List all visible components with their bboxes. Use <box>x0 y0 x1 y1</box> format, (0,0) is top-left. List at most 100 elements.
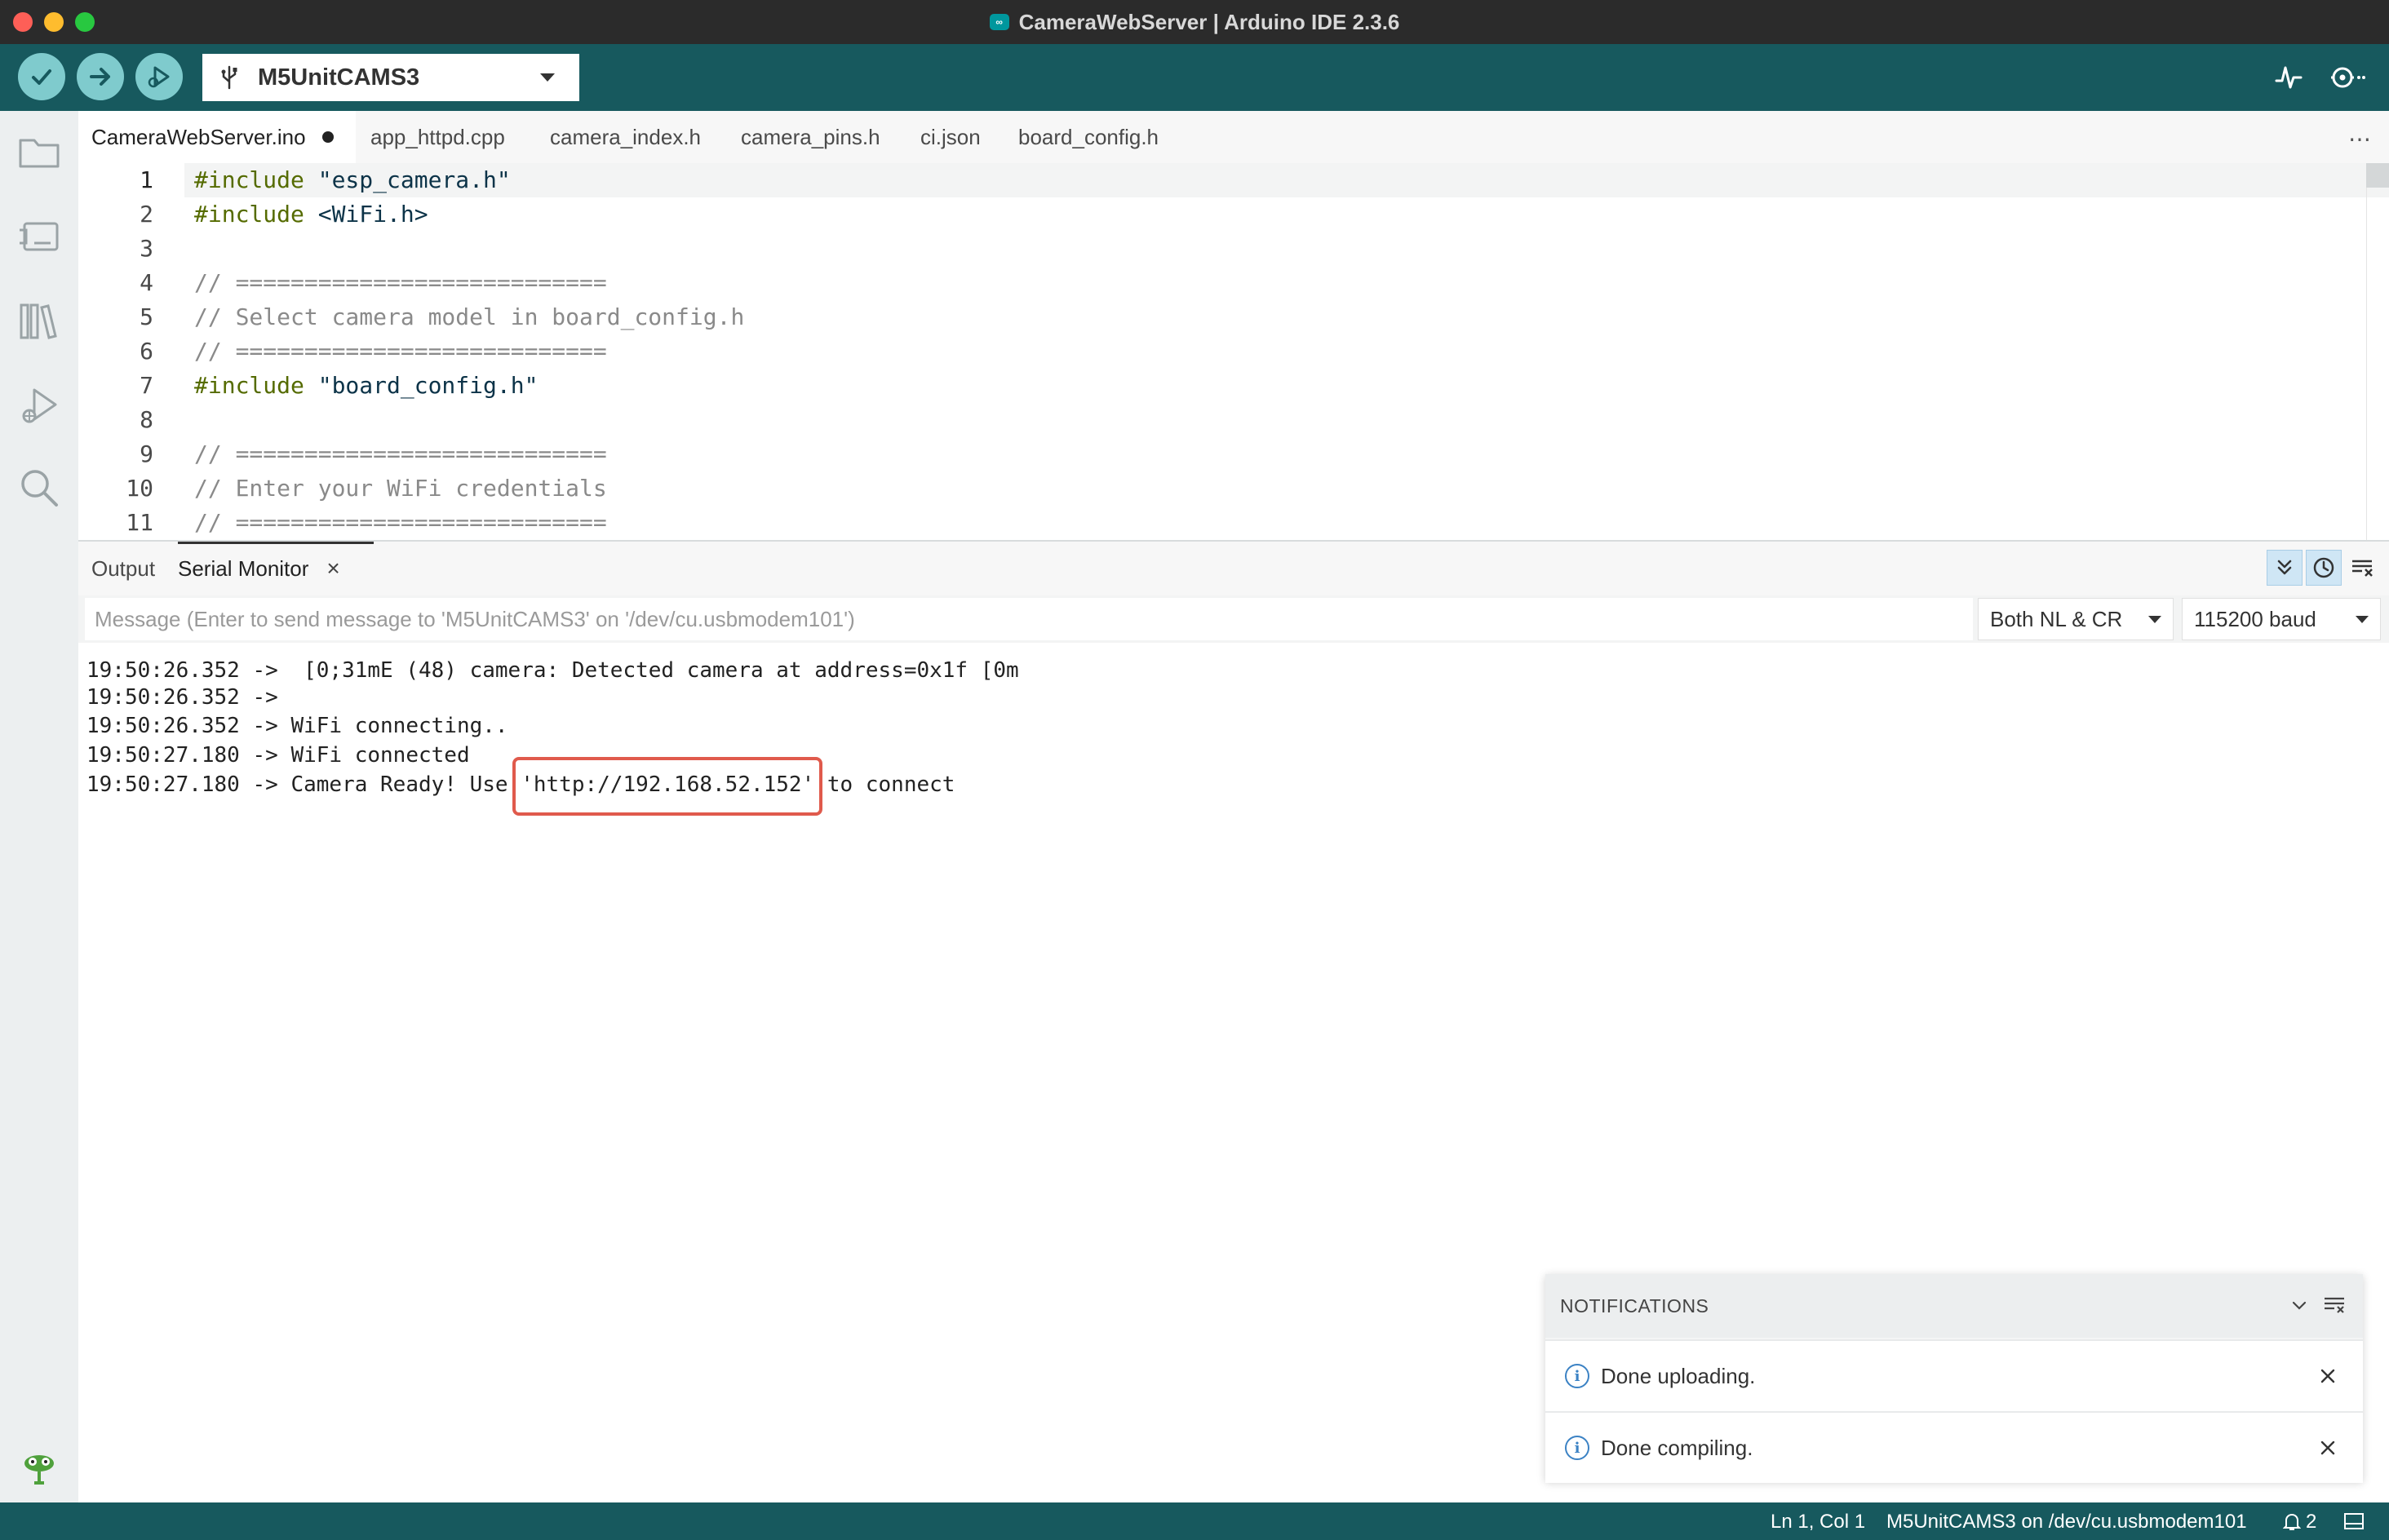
tab-app-httpd-cpp[interactable]: app_httpd.cpp <box>370 111 505 163</box>
line-number: 8 <box>140 406 153 433</box>
notification-text: Done compiling. <box>1601 1435 1753 1460</box>
search-button[interactable] <box>15 463 64 512</box>
editor-scrollbar[interactable] <box>2366 163 2389 540</box>
folder-icon <box>19 139 60 168</box>
line-number: 5 <box>140 303 153 330</box>
window-close-button[interactable] <box>13 12 33 32</box>
debug-view-button[interactable] <box>15 382 64 431</box>
board-selector[interactable]: M5UnitCAMS3 <box>202 54 579 101</box>
close-icon <box>2320 1440 2335 1455</box>
code-line: #include "esp_camera.h" <box>194 166 511 193</box>
line-number: 3 <box>140 235 153 262</box>
code-line: #include <WiFi.h> <box>194 201 428 228</box>
unsaved-dot-icon <box>321 131 334 143</box>
editor-tabs: CameraWebServer.ino app_httpd.cpp camera… <box>78 111 2389 163</box>
code-editor[interactable]: 1 #include "esp_camera.h" 2 #include <Wi… <box>78 163 2389 540</box>
serial-monitor-button[interactable] <box>2324 57 2373 98</box>
notifications-status[interactable]: 2 <box>2283 1511 2316 1533</box>
line-number: 1 <box>140 166 153 193</box>
notifications-header: NOTIFICATIONS <box>1545 1274 2363 1338</box>
panel-tabs: Output Serial Monitor × <box>78 542 2389 595</box>
close-icon <box>2320 1369 2335 1383</box>
tab-camerawebserver-ino[interactable]: CameraWebServer.ino <box>78 111 356 163</box>
chevron-down-icon <box>2356 616 2369 623</box>
boards-manager-icon <box>20 222 59 251</box>
window-maximize-button[interactable] <box>75 12 95 32</box>
baud-rate-select[interactable]: 115200 baud <box>2182 598 2381 640</box>
serial-line: 19:50:26.352 -> [0;31mE (48) camera: Det… <box>86 658 1019 683</box>
info-icon: i <box>1565 1436 1589 1460</box>
clock-icon <box>2313 557 2334 578</box>
cursor-position[interactable]: Ln 1, Col 1 <box>1771 1511 1865 1533</box>
tab-label: camera_pins.h <box>741 124 880 149</box>
code-line: // =========================== <box>194 338 607 365</box>
library-manager-icon <box>20 303 57 339</box>
boards-manager-button[interactable] <box>15 212 64 261</box>
notifications-panel: NOTIFICATIONS i Done uploading. i Done c… <box>1545 1274 2363 1483</box>
notification-item: i Done compiling. <box>1545 1411 2363 1483</box>
tab-label: CameraWebServer.ino <box>91 124 306 149</box>
close-icon[interactable]: × <box>326 555 339 582</box>
toggle-timestamp-button[interactable] <box>2306 550 2342 586</box>
serial-monitor-icon <box>2331 67 2365 88</box>
code-line: #include "board_config.h" <box>194 372 539 399</box>
chevron-down-icon <box>2292 1301 2307 1310</box>
baud-rate-value: 115200 baud <box>2194 606 2316 631</box>
code-line: // Select camera model in board_config.h <box>194 303 745 330</box>
notification-item: i Done uploading. <box>1545 1339 2363 1411</box>
toolbar: M5UnitCAMS3 <box>0 44 2389 111</box>
activity-sidebar <box>0 111 78 1502</box>
serial-line: 19:50:26.352 -> WiFi connecting.. <box>86 714 508 738</box>
code-line: // =========================== <box>194 509 607 536</box>
line-number: 2 <box>140 201 153 228</box>
window-minimize-button[interactable] <box>44 12 64 32</box>
verify-button[interactable] <box>18 53 65 100</box>
tab-label: Serial Monitor <box>178 555 309 581</box>
board-port-status[interactable]: M5UnitCAMS3 on /dev/cu.usbmodem101 <box>1886 1511 2247 1533</box>
search-icon <box>21 470 58 507</box>
chevrons-down-icon <box>2277 560 2292 575</box>
line-ending-value: Both NL & CR <box>1990 606 2123 631</box>
arduino-infinity-icon: ∞ <box>989 14 1009 30</box>
serial-plotter-button[interactable] <box>2268 57 2309 98</box>
serial-message-input[interactable] <box>85 598 1973 640</box>
clear-output-button[interactable] <box>2345 550 2381 586</box>
notification-count: 2 <box>2306 1511 2317 1533</box>
collapse-notifications-button[interactable] <box>2285 1290 2314 1320</box>
sketchbook-button[interactable] <box>15 127 64 176</box>
tab-ci-json[interactable]: ci.json <box>920 111 981 163</box>
tab-camera-pins-h[interactable]: camera_pins.h <box>741 111 880 163</box>
library-manager-button[interactable] <box>15 297 64 346</box>
tab-label: board_config.h <box>1018 124 1159 149</box>
tab-camera-index-h[interactable]: camera_index.h <box>550 111 701 163</box>
tab-serial-monitor[interactable]: Serial Monitor × <box>178 542 340 595</box>
tab-board-config-h[interactable]: board_config.h <box>1018 111 1159 163</box>
scrollbar-thumb[interactable] <box>2366 163 2389 188</box>
window-title: CameraWebServer | Arduino IDE 2.3.6 <box>1018 9 1400 34</box>
line-number: 11 <box>126 509 153 536</box>
line-ending-select[interactable]: Both NL & CR <box>1978 598 2174 640</box>
line-number: 4 <box>140 269 153 296</box>
clear-notifications-button[interactable] <box>2320 1290 2350 1320</box>
upload-button[interactable] <box>77 53 124 100</box>
serial-input-row: Both NL & CR 115200 baud <box>78 595 2389 643</box>
notifications-title: NOTIFICATIONS <box>1560 1294 1709 1317</box>
tab-output[interactable]: Output <box>91 542 155 595</box>
status-bar: Ln 1, Col 1 M5UnitCAMS3 on /dev/cu.usbmo… <box>0 1502 2389 1540</box>
close-notification-button[interactable] <box>2314 1362 2342 1390</box>
more-actions-icon[interactable]: ⋯ <box>2348 126 2373 153</box>
chevron-down-icon <box>540 73 555 82</box>
title-bar: ∞ CameraWebServer | Arduino IDE 2.3.6 <box>0 0 2389 44</box>
close-notification-button[interactable] <box>2314 1434 2342 1462</box>
tab-label: camera_index.h <box>550 124 701 149</box>
usb-icon <box>221 65 237 90</box>
url-highlight-box <box>512 757 822 816</box>
chevron-down-icon <box>2148 616 2161 623</box>
arrow-right-icon <box>90 68 110 86</box>
serial-line: 19:50:26.352 -> <box>86 685 278 710</box>
toggle-panel-button[interactable] <box>2343 1512 2365 1536</box>
toggle-autoscroll-button[interactable] <box>2267 550 2303 586</box>
start-debugging-button[interactable] <box>135 53 183 100</box>
clear-all-icon <box>2352 560 2373 577</box>
window-title-group: ∞ CameraWebServer | Arduino IDE 2.3.6 <box>989 9 1400 35</box>
